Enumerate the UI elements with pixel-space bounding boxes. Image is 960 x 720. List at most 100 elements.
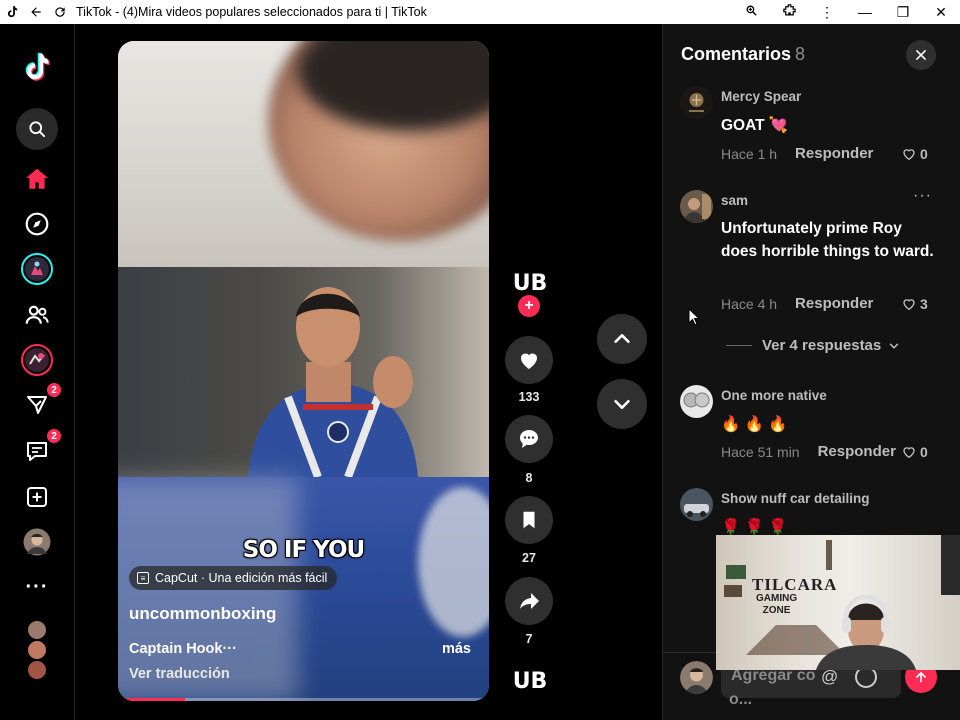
chevron-up-icon <box>614 334 630 344</box>
video-progress-bar[interactable] <box>118 698 489 701</box>
inbox-badge: 2 <box>46 382 62 398</box>
webcam-sign-title: TILCARA <box>752 575 838 594</box>
following-avatar-3[interactable] <box>27 660 47 680</box>
video-player[interactable]: SO IF YOU ≡ CapCut · Una edición más fác… <box>118 41 489 701</box>
replies-divider <box>726 345 752 346</box>
my-avatar <box>680 661 713 694</box>
reload-icon[interactable] <box>48 0 72 24</box>
comment-text: 🔥 🔥 🔥 <box>721 416 788 433</box>
minimize-icon[interactable]: — <box>846 4 884 20</box>
capcut-label: CapCut · Una edición más fácil <box>155 571 328 585</box>
close-window-icon[interactable]: ✕ <box>922 4 960 21</box>
comment-username[interactable]: Mercy Spear <box>721 89 801 104</box>
comment-meta: Hace 51 min Responder <box>721 443 896 460</box>
bookmark-icon <box>523 511 535 529</box>
webcam-sign-line2: ZONE <box>762 605 791 616</box>
share-button[interactable] <box>505 577 553 625</box>
close-icon <box>916 50 926 60</box>
video-progress-fill <box>118 698 185 701</box>
explore-compass-icon[interactable] <box>20 207 54 241</box>
video-frame-middle <box>118 267 489 477</box>
comment-like-count: 3 <box>920 296 928 312</box>
like-button[interactable] <box>505 336 553 384</box>
video-author[interactable]: uncommonboxing <box>129 604 276 624</box>
comment-time: Hace 4 h <box>721 295 778 312</box>
webcam-sign-subtitle: GAMING ZONE <box>756 593 797 617</box>
following-avatar-1[interactable] <box>27 620 47 640</box>
comment-like-count: 0 <box>920 444 928 460</box>
menu-dots-icon[interactable]: ⋮ <box>808 4 846 21</box>
extensions-icon[interactable] <box>770 3 808 21</box>
reply-button[interactable]: Responder <box>795 295 873 312</box>
comment-username[interactable]: sam <box>721 193 748 208</box>
mention-icon[interactable]: @ <box>821 667 838 687</box>
comment-time: Hace 1 h <box>721 145 778 162</box>
left-sidebar: 2 2 ··· <box>0 24 75 720</box>
friends-live-avatar-icon[interactable] <box>20 343 54 377</box>
comment-username[interactable]: Show nuff car detailing <box>721 491 870 506</box>
caption-more-link[interactable]: más <box>442 641 471 657</box>
comment-avatar[interactable] <box>680 488 713 521</box>
capcut-icon: ≡ <box>137 572 149 584</box>
chevron-down-icon <box>889 342 899 349</box>
maximize-icon[interactable]: ❐ <box>884 4 922 21</box>
comment-button[interactable] <box>505 415 553 463</box>
live-avatar-icon[interactable] <box>20 252 54 286</box>
save-button[interactable] <box>505 496 553 544</box>
inbox-send-icon[interactable]: 2 <box>20 382 62 422</box>
upload-plus-icon[interactable] <box>20 480 54 514</box>
music-disc-avatar[interactable]: UB <box>513 664 548 694</box>
comment-avatar[interactable] <box>680 385 713 418</box>
more-icon[interactable]: ··· <box>20 570 54 604</box>
comment-text: GOAT 💘 <box>721 117 789 134</box>
search-icon[interactable] <box>16 108 58 150</box>
previous-video-button[interactable] <box>597 314 647 364</box>
capcut-template-chip[interactable]: ≡ CapCut · Una edición más fácil <box>129 566 338 590</box>
chevron-down-icon <box>614 399 630 409</box>
view-replies-button[interactable]: Ver 4 respuestas <box>726 337 901 354</box>
messages-icon[interactable]: 2 <box>20 428 62 468</box>
creator-avatar[interactable]: UB <box>513 266 548 296</box>
comment-icon <box>520 430 538 448</box>
video-caption: Captain Hook··· <box>129 641 237 657</box>
profile-avatar[interactable] <box>20 525 54 559</box>
video-subtitle-overlay: SO IF YOU <box>242 537 365 563</box>
arrow-up-icon <box>916 671 926 683</box>
mouse-cursor-icon <box>688 308 700 326</box>
share-arrow-icon <box>520 593 539 609</box>
comment-input-placeholder-wrap: o... <box>729 691 753 708</box>
following-avatar-2[interactable] <box>27 640 47 660</box>
comment-like-count: 0 <box>920 146 928 162</box>
share-count: 7 <box>525 632 533 646</box>
heart-outline-icon <box>903 299 915 311</box>
following-icon[interactable] <box>20 298 54 332</box>
follow-plus-button[interactable]: + <box>518 295 540 317</box>
comment-avatar[interactable] <box>680 86 713 119</box>
zoom-icon[interactable] <box>732 4 770 20</box>
heart-icon <box>521 353 537 369</box>
next-video-button[interactable] <box>597 379 647 429</box>
svg-text:UB: UB <box>513 669 547 694</box>
home-icon[interactable] <box>20 162 54 196</box>
comments-title-label: Comentarios <box>681 44 792 64</box>
browser-titlebar: TikTok - (4)Mira videos populares selecc… <box>0 0 960 24</box>
comment-meta: Hace 1 h Responder <box>721 145 873 162</box>
close-comments-button[interactable] <box>906 40 936 70</box>
back-arrow-icon[interactable] <box>24 0 48 24</box>
comments-count: 8 <box>795 44 806 64</box>
heart-outline-icon <box>903 447 915 459</box>
webcam-sign-line1: GAMING <box>756 593 798 604</box>
comment-username[interactable]: One more native <box>721 388 827 403</box>
comment-like-button[interactable]: 3 <box>901 296 928 312</box>
comment-count: 8 <box>525 471 533 485</box>
svg-text:UB: UB <box>513 271 547 296</box>
tiktok-logo-icon[interactable] <box>20 50 54 84</box>
comment-more-options[interactable]: ··· <box>913 187 932 205</box>
heart-outline-icon <box>903 149 915 161</box>
reply-button[interactable]: Responder <box>795 145 873 162</box>
comment-avatar[interactable] <box>680 190 713 223</box>
see-translation-link[interactable]: Ver traducción <box>129 666 230 682</box>
reply-button[interactable]: Responder <box>818 443 896 460</box>
comment-like-button[interactable]: 0 <box>901 146 928 162</box>
comment-like-button[interactable]: 0 <box>901 444 928 460</box>
